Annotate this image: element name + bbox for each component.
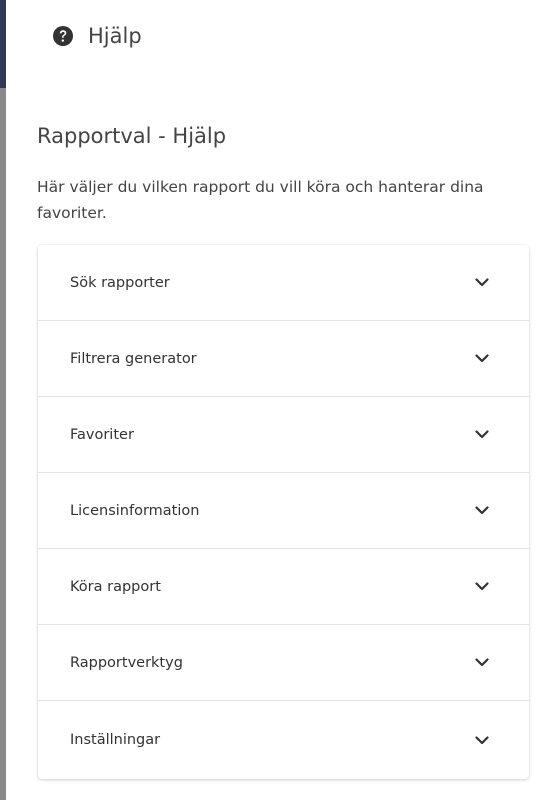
chevron-down-icon: [475, 658, 489, 667]
accordion-item-label: Filtrera generator: [70, 350, 197, 367]
panel-edge-accent: [0, 0, 6, 88]
accordion-item-kora-rapport[interactable]: Köra rapport: [38, 549, 529, 625]
accordion-item-label: Köra rapport: [70, 578, 161, 595]
chevron-down-icon: [475, 582, 489, 591]
accordion-item-label: Licensinformation: [70, 502, 200, 519]
chevron-down-icon: [475, 735, 489, 744]
accordion-item-filtrera-generator[interactable]: Filtrera generator: [38, 321, 529, 397]
help-panel: Hjälp Rapportval - Hjälp Här väljer du v…: [0, 0, 541, 800]
accordion-item-sok-rapporter[interactable]: Sök rapporter: [38, 245, 529, 321]
accordion-item-favoriter[interactable]: Favoriter: [38, 397, 529, 473]
accordion-item-installningar[interactable]: Inställningar: [38, 701, 529, 779]
help-accordion: Sök rapporter Filtrera generator Favorit…: [38, 245, 529, 779]
section-description: Här väljer du vilken rapport du vill kör…: [37, 178, 484, 222]
section-title: Rapportval - Hjälp: [37, 124, 227, 148]
chevron-down-icon: [475, 278, 489, 287]
accordion-item-label: Sök rapporter: [70, 274, 170, 291]
panel-edge-bar: [0, 0, 6, 800]
accordion-item-rapportverktyg[interactable]: Rapportverktyg: [38, 625, 529, 701]
question-circle-icon: [52, 25, 74, 47]
accordion-item-licensinformation[interactable]: Licensinformation: [38, 473, 529, 549]
accordion-item-label: Inställningar: [70, 732, 161, 748]
accordion-item-label: Rapportverktyg: [70, 654, 183, 671]
chevron-down-icon: [475, 354, 489, 363]
panel-header: Hjälp: [52, 24, 142, 48]
panel-title: Hjälp: [88, 24, 142, 48]
chevron-down-icon: [475, 430, 489, 439]
chevron-down-icon: [475, 506, 489, 515]
accordion-item-label: Favoriter: [70, 426, 134, 443]
